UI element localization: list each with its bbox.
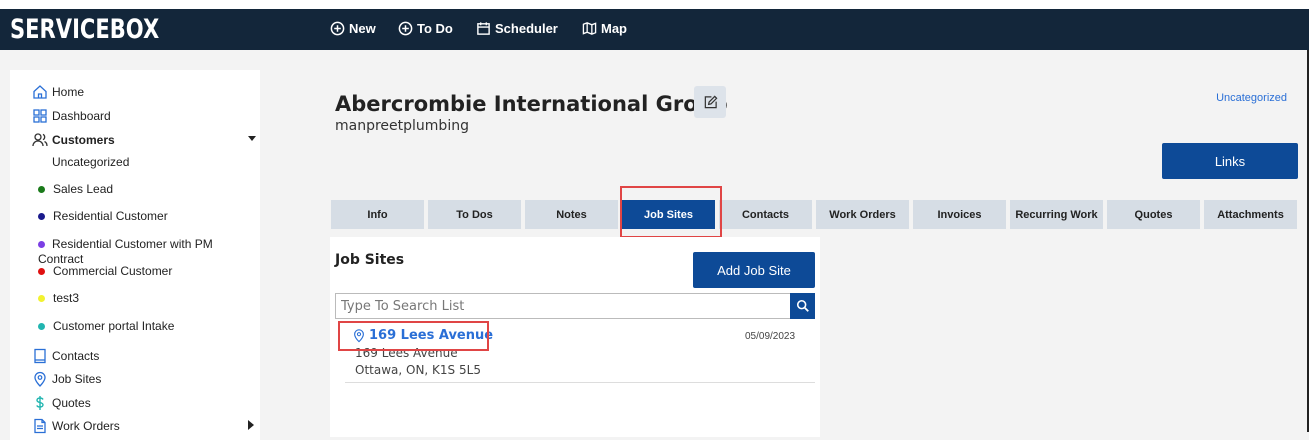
- panel-title: Job Sites: [335, 252, 405, 268]
- category-label: test3: [53, 291, 80, 305]
- nav-map[interactable]: Map: [582, 21, 627, 36]
- map-icon: [582, 22, 597, 35]
- top-navbar: SERVICEBOX New To Do Scheduler Map: [0, 9, 1309, 50]
- sidebar-item-work-orders-label: Work Orders: [52, 419, 120, 433]
- location-pin-icon: [34, 371, 46, 387]
- plus-circle-icon: [330, 21, 345, 36]
- dollar-icon: [36, 396, 44, 410]
- nav-scheduler-label: Scheduler: [495, 21, 558, 36]
- tab-work-orders[interactable]: Work Orders: [816, 200, 909, 229]
- nav-todo-label: To Do: [417, 21, 453, 36]
- servicebox-logo[interactable]: SERVICEBOX: [10, 14, 159, 45]
- home-icon: [33, 85, 47, 99]
- category-test3[interactable]: test3: [38, 291, 238, 306]
- status-dot-icon: [38, 186, 45, 193]
- page-title: Abercrombie International Group: [335, 92, 728, 116]
- customers-icon: [32, 133, 48, 147]
- search-input[interactable]: [335, 293, 790, 319]
- tab-invoices[interactable]: Invoices: [913, 200, 1006, 229]
- dashboard-icon: [33, 109, 47, 123]
- sidebar-item-customers[interactable]: Customers: [32, 132, 115, 148]
- sidebar-item-customers-label: Customers: [52, 133, 115, 147]
- sidebar-item-dashboard[interactable]: Dashboard: [32, 108, 111, 124]
- sidebar: Home Dashboard Customers Uncategorized S…: [10, 70, 260, 440]
- category-portal-intake[interactable]: Customer portal Intake: [38, 319, 238, 334]
- sidebar-item-quotes-label: Quotes: [52, 396, 91, 410]
- sidebar-item-home-label: Home: [52, 85, 85, 99]
- sidebar-item-job-sites[interactable]: Job Sites: [32, 371, 101, 387]
- highlight-box-site: [338, 321, 489, 351]
- category-uncategorized[interactable]: Uncategorized: [52, 155, 252, 170]
- category-link[interactable]: Uncategorized: [1216, 92, 1287, 104]
- chevron-down-icon[interactable]: [248, 136, 256, 141]
- sidebar-item-dashboard-label: Dashboard: [52, 109, 111, 123]
- edit-icon: [704, 95, 717, 108]
- category-residential[interactable]: Residential Customer: [38, 209, 238, 224]
- nav-todo[interactable]: To Do: [398, 21, 453, 36]
- tab-todos[interactable]: To Dos: [428, 200, 521, 229]
- tab-info[interactable]: Info: [331, 200, 424, 229]
- edit-button[interactable]: [694, 86, 726, 118]
- tab-recurring-work[interactable]: Recurring Work: [1010, 200, 1103, 229]
- tab-attachments[interactable]: Attachments: [1204, 200, 1297, 229]
- nav-new[interactable]: New: [330, 21, 376, 36]
- top-strip: [0, 0, 1309, 9]
- category-label: Commercial Customer: [53, 264, 173, 278]
- category-commercial[interactable]: Commercial Customer: [38, 264, 238, 279]
- links-button[interactable]: Links: [1162, 143, 1298, 179]
- sidebar-item-job-sites-label: Job Sites: [52, 372, 102, 386]
- nav-new-label: New: [349, 21, 376, 36]
- contacts-icon: [34, 348, 46, 364]
- job-site-date: 05/09/2023: [745, 331, 796, 342]
- divider: [345, 382, 815, 383]
- sidebar-item-quotes[interactable]: Quotes: [32, 395, 91, 411]
- category-residential-pm[interactable]: Residential Customer with PM Contract: [38, 237, 238, 267]
- category-label: Sales Lead: [53, 182, 114, 196]
- nav-map-label: Map: [601, 21, 627, 36]
- highlight-box-tab: [620, 186, 722, 238]
- job-site-address-line2: Ottawa, ON, K1S 5L5: [355, 363, 481, 377]
- add-job-site-button[interactable]: Add Job Site: [693, 252, 815, 288]
- status-dot-icon: [38, 213, 45, 220]
- sidebar-item-contacts[interactable]: Contacts: [32, 348, 99, 364]
- calendar-icon: [477, 22, 490, 35]
- tab-quotes[interactable]: Quotes: [1107, 200, 1200, 229]
- account-name: manpreetplumbing: [335, 118, 469, 134]
- category-label: Customer portal Intake: [53, 319, 175, 333]
- search-button[interactable]: [790, 293, 815, 319]
- category-label: Uncategorized: [52, 155, 130, 169]
- search-icon: [796, 299, 809, 312]
- category-label: Residential Customer: [53, 209, 168, 223]
- tab-contacts[interactable]: Contacts: [719, 200, 812, 229]
- status-dot-icon: [38, 241, 45, 248]
- chevron-right-icon[interactable]: [248, 420, 254, 430]
- plus-circle-icon: [398, 21, 413, 36]
- nav-scheduler[interactable]: Scheduler: [476, 21, 558, 36]
- category-sales-lead[interactable]: Sales Lead: [38, 182, 238, 197]
- tab-notes[interactable]: Notes: [525, 200, 618, 229]
- sidebar-item-home[interactable]: Home: [32, 84, 84, 100]
- category-label: Residential Customer with PM Contract: [38, 237, 213, 266]
- status-dot-icon: [38, 323, 45, 330]
- status-dot-icon: [38, 268, 45, 275]
- status-dot-icon: [38, 295, 45, 302]
- sidebar-item-contacts-label: Contacts: [52, 349, 100, 363]
